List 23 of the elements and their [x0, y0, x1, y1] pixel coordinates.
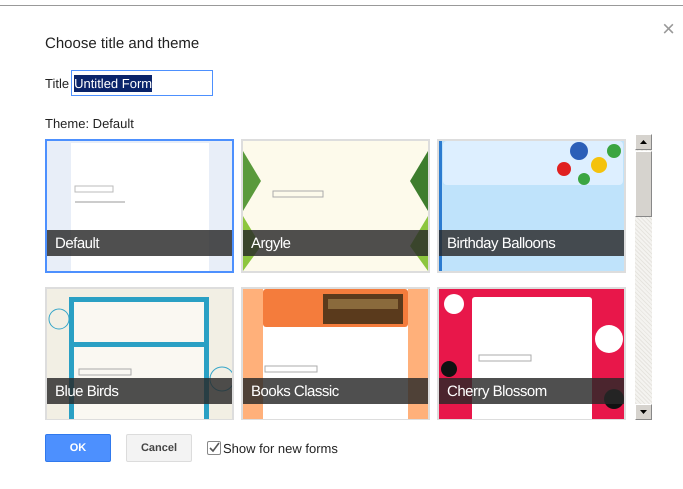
title-label: Title — [45, 76, 70, 90]
theme-tile[interactable]: Blue Birds — [45, 287, 234, 420]
dialog-title: Choose title and theme — [45, 35, 200, 52]
cancel-button[interactable]: Cancel — [126, 434, 192, 462]
theme-tile[interactable]: Books Classic — [241, 287, 430, 420]
theme-name: Books Classic — [243, 378, 428, 404]
checkbox[interactable] — [207, 441, 221, 455]
theme-name: Default — [47, 230, 232, 256]
checkbox-label: Show for new forms — [223, 440, 338, 456]
theme-tile[interactable]: Default — [45, 139, 234, 273]
theme-tile[interactable]: Birthday Balloons — [437, 139, 626, 273]
theme-name: Blue Birds — [47, 378, 232, 404]
theme-tile[interactable]: Argyle — [241, 139, 430, 273]
theme-name: Birthday Balloons — [439, 230, 624, 256]
up-arrow-icon[interactable] — [640, 140, 647, 144]
theme-tile[interactable]: Cherry Blossom — [437, 287, 626, 420]
down-arrow-icon[interactable] — [640, 410, 647, 414]
theme-name: Cherry Blossom — [439, 378, 624, 404]
theme-label: Theme: Default — [45, 116, 135, 131]
theme-name: Argyle — [243, 230, 428, 256]
scrollbar-thumb[interactable] — [635, 151, 652, 217]
scrollbar[interactable] — [635, 134, 652, 420]
title-input[interactable]: Untitled Form — [71, 70, 214, 96]
